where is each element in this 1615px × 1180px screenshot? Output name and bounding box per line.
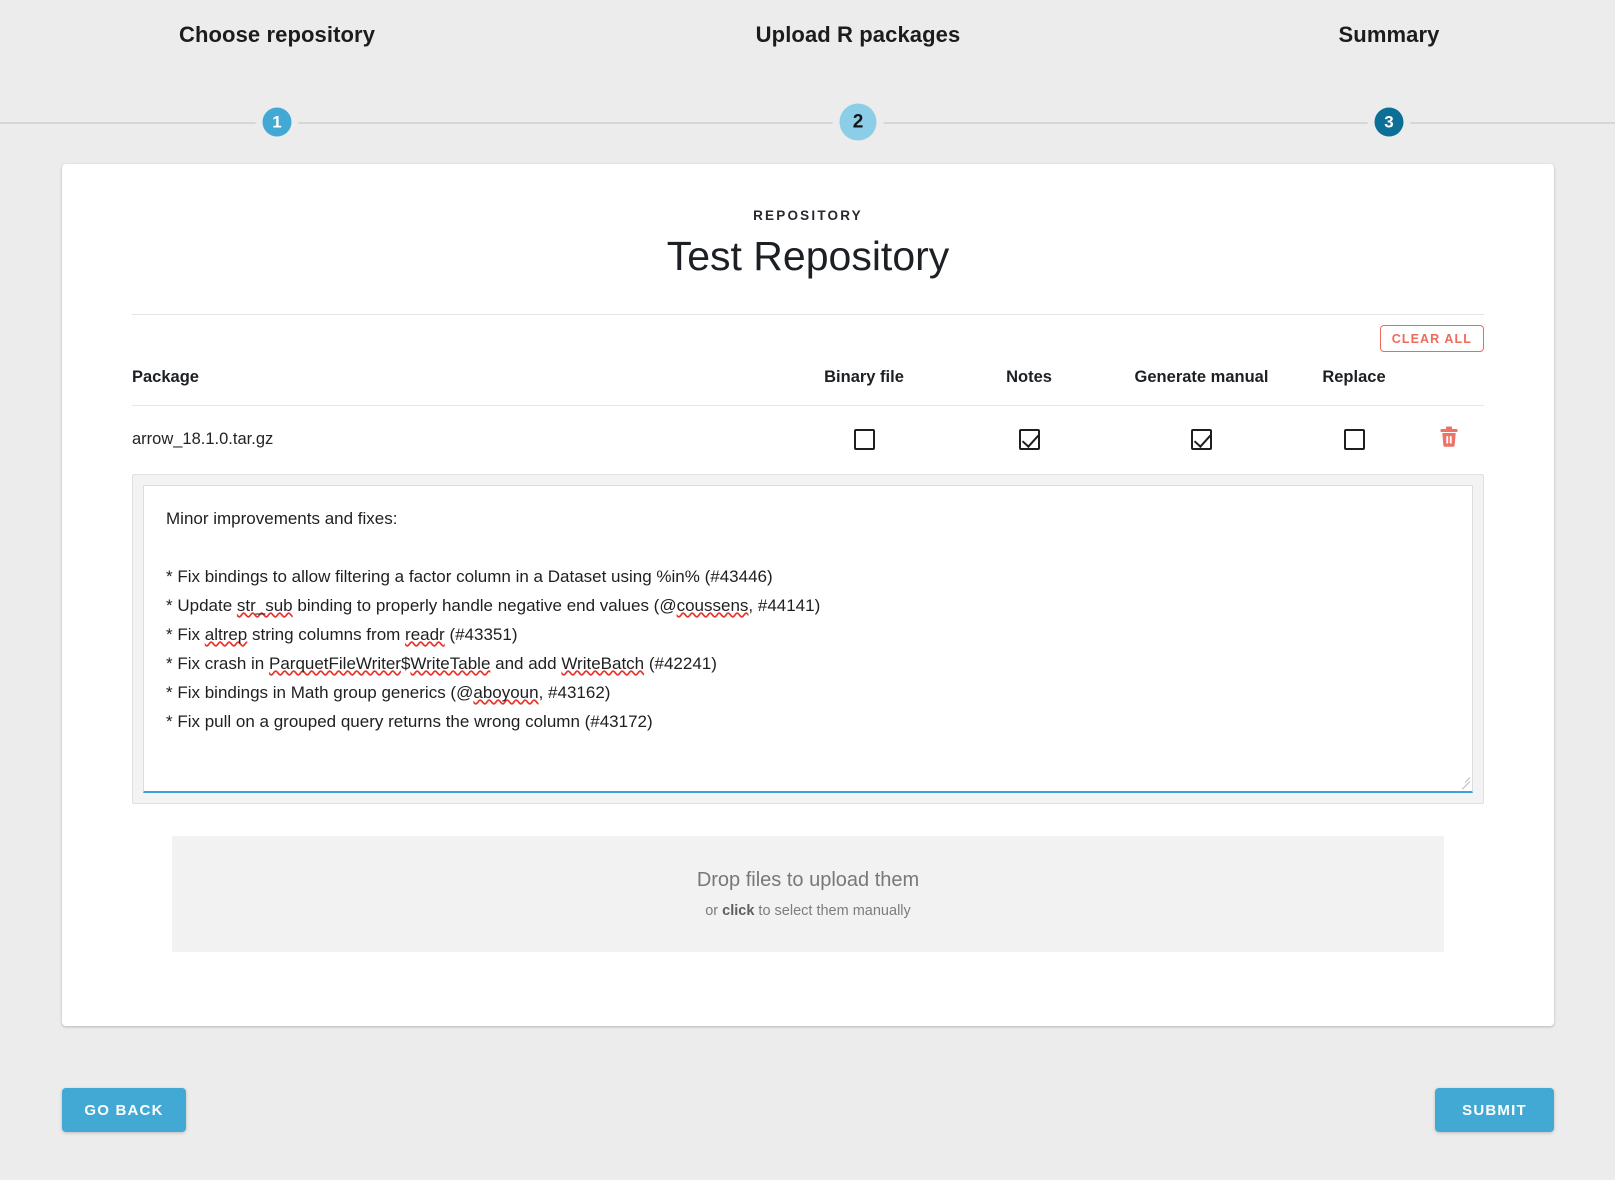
notes-checkbox[interactable]	[1018, 428, 1040, 450]
stepper-labels: Choose repository Upload R packages Summ…	[0, 22, 1615, 64]
notes-textarea[interactable]: Minor improvements and fixes: * Fix bind…	[143, 485, 1473, 793]
packages-table-body: arrow_18.1.0.tar.gz	[132, 405, 1484, 472]
clear-all-button[interactable]: CLEAR ALL	[1379, 325, 1484, 352]
package-name-cell: arrow_18.1.0.tar.gz	[132, 405, 779, 472]
column-header-replace: Replace	[1322, 368, 1386, 386]
generate-manual-cell	[1109, 405, 1294, 472]
column-header-binary-file: Binary file	[824, 368, 904, 386]
packages-table: Package Binary file Notes Generate manua…	[132, 356, 1484, 472]
go-back-button[interactable]: GO BACK	[62, 1088, 186, 1132]
column-header-package: Package	[132, 368, 199, 386]
table-row: arrow_18.1.0.tar.gz	[132, 405, 1484, 472]
stepper-track-wrap: 1 2 3	[0, 86, 1615, 158]
dropzone-sub-prefix: or	[705, 903, 723, 919]
notes-textarea-value[interactable]: Minor improvements and fixes: * Fix bind…	[144, 486, 1472, 754]
delete-cell	[1414, 405, 1484, 472]
step-label-upload-r-packages: Upload R packages	[755, 22, 961, 47]
column-header-notes: Notes	[1006, 368, 1052, 386]
textarea-resize-handle[interactable]	[1456, 771, 1471, 790]
dropzone-click-link[interactable]: click	[722, 903, 754, 919]
step-dot-2[interactable]: 2	[839, 103, 877, 141]
column-header-actions	[1414, 356, 1484, 406]
repository-kicker: REPOSITORY	[753, 208, 863, 223]
generate-manual-checkbox[interactable]	[1191, 428, 1212, 450]
packages-table-area: CLEAR ALL Package Binary file Notes Gene…	[132, 314, 1484, 472]
submit-button[interactable]: SUBMIT	[1435, 1088, 1554, 1132]
file-dropzone[interactable]: Drop files to upload them or click to se…	[172, 836, 1444, 952]
wizard-stepper: Choose repository Upload R packages Summ…	[0, 0, 1615, 158]
packages-table-head: Package Binary file Notes Generate manua…	[132, 356, 1484, 406]
upload-card: REPOSITORY Test Repository CLEAR ALL Pac…	[62, 164, 1554, 1026]
notes-editor-wrapper: Minor improvements and fixes: * Fix bind…	[132, 474, 1484, 804]
stepper-track-line	[0, 122, 1615, 124]
replace-cell	[1294, 405, 1414, 472]
binary-file-cell	[779, 405, 949, 472]
step-label-choose-repository: Choose repository	[178, 22, 376, 47]
trash-icon[interactable]	[1440, 426, 1458, 447]
binary-file-checkbox[interactable]	[853, 428, 875, 450]
repository-title: Test Repository	[666, 233, 950, 279]
dropzone-main-text: Drop files to upload them	[696, 869, 920, 891]
column-header-generate-manual: Generate manual	[1134, 368, 1269, 386]
upload-r-packages-page: Choose repository Upload R packages Summ…	[0, 0, 1615, 1180]
step-label-summary: Summary	[1338, 22, 1440, 47]
replace-checkbox[interactable]	[1343, 428, 1365, 450]
clear-all-row: CLEAR ALL	[132, 315, 1484, 352]
table-header-row: Package Binary file Notes Generate manua…	[132, 356, 1484, 406]
step-dot-1[interactable]: 1	[262, 107, 292, 137]
step-dot-3[interactable]: 3	[1374, 107, 1404, 137]
dropzone-sub-text: or click to select them manually	[705, 903, 911, 919]
notes-cell	[949, 405, 1109, 472]
dropzone-sub-suffix: to select them manually	[754, 903, 911, 919]
